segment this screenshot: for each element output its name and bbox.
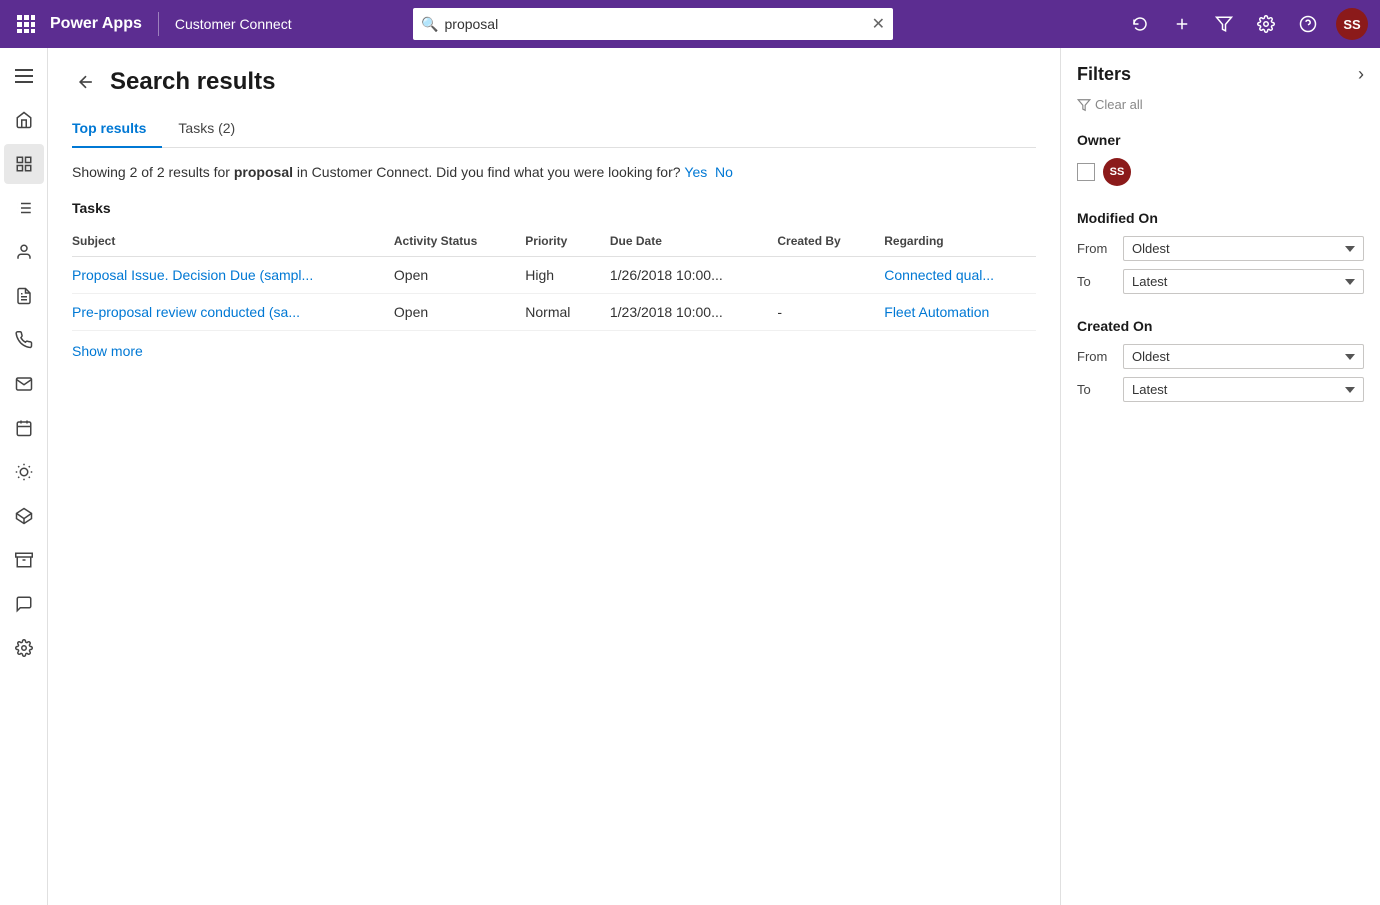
results-info: Showing 2 of 2 results for proposal in C… bbox=[72, 164, 1036, 180]
sidebar-settings[interactable] bbox=[4, 628, 44, 668]
row1-regarding-link[interactable]: Connected qual... bbox=[884, 267, 994, 283]
sidebar-packages[interactable] bbox=[4, 496, 44, 536]
results-prefix: Showing 2 of 2 results for bbox=[72, 164, 234, 180]
clear-all-button[interactable]: Clear all bbox=[1077, 97, 1364, 112]
help-icon[interactable] bbox=[1294, 10, 1322, 38]
col-created-by: Created By bbox=[765, 226, 872, 257]
clear-all-label: Clear all bbox=[1095, 97, 1143, 112]
global-search[interactable]: 🔍 ✕ bbox=[413, 8, 893, 40]
created-on-title: Created On bbox=[1077, 318, 1364, 334]
row2-due-date: 1/23/2018 10:00... bbox=[598, 294, 766, 331]
user-avatar[interactable]: SS bbox=[1336, 8, 1368, 40]
filter-icon[interactable] bbox=[1210, 10, 1238, 38]
sidebar-archive[interactable] bbox=[4, 540, 44, 580]
row2-regarding-link[interactable]: Fleet Automation bbox=[884, 304, 989, 320]
owner-row: SS bbox=[1077, 158, 1364, 186]
owner-checkbox[interactable] bbox=[1077, 163, 1095, 181]
sidebar-home[interactable] bbox=[4, 100, 44, 140]
row1-priority: High bbox=[513, 257, 598, 294]
col-subject: Subject bbox=[72, 226, 382, 257]
nav-divider bbox=[158, 12, 159, 36]
main-content: Search results Top results Tasks (2) Sho… bbox=[48, 48, 1060, 905]
search-icon: 🔍 bbox=[421, 16, 438, 33]
settings-icon[interactable] bbox=[1252, 10, 1280, 38]
sidebar-chat[interactable] bbox=[4, 584, 44, 624]
waffle-icon[interactable] bbox=[12, 10, 40, 38]
results-keyword: proposal bbox=[234, 164, 293, 180]
created-on-to-row: To Latest Oldest bbox=[1077, 377, 1364, 402]
row2-status: Open bbox=[382, 294, 513, 331]
show-more-link[interactable]: Show more bbox=[72, 331, 143, 371]
modified-on-title: Modified On bbox=[1077, 210, 1364, 226]
sidebar-notes[interactable] bbox=[4, 276, 44, 316]
refresh-icon[interactable] bbox=[1126, 10, 1154, 38]
results-suffix: in Customer Connect. Did you find what y… bbox=[293, 164, 681, 180]
created-on-from-row: From Oldest Latest bbox=[1077, 344, 1364, 369]
row2-created-by: - bbox=[765, 294, 872, 331]
tab-top-results[interactable]: Top results bbox=[72, 112, 162, 148]
modified-to-select[interactable]: Latest Oldest bbox=[1123, 269, 1364, 294]
tasks-table: Subject Activity Status Priority Due Dat… bbox=[72, 226, 1036, 331]
table-row: Proposal Issue. Decision Due (sampl... O… bbox=[72, 257, 1036, 294]
sidebar-contacts[interactable] bbox=[4, 232, 44, 272]
filters-panel: Filters › Clear all Owner SS Modified On… bbox=[1060, 48, 1380, 905]
row1-due-date: 1/26/2018 10:00... bbox=[598, 257, 766, 294]
sidebar bbox=[0, 48, 48, 905]
created-from-select[interactable]: Oldest Latest bbox=[1123, 344, 1364, 369]
sidebar-list[interactable] bbox=[4, 188, 44, 228]
brand-label: Power Apps bbox=[50, 15, 142, 33]
content-area: Search results Top results Tasks (2) Sho… bbox=[48, 48, 1380, 905]
sidebar-phone[interactable] bbox=[4, 320, 44, 360]
table-row: Pre-proposal review conducted (sa... Ope… bbox=[72, 294, 1036, 331]
col-priority: Priority bbox=[513, 226, 598, 257]
owner-section: Owner SS bbox=[1077, 132, 1364, 186]
tabs: Top results Tasks (2) bbox=[72, 112, 1036, 148]
filters-header: Filters › bbox=[1077, 64, 1364, 85]
sidebar-calendar[interactable] bbox=[4, 408, 44, 448]
col-due-date: Due Date bbox=[598, 226, 766, 257]
modified-from-select[interactable]: Oldest Latest bbox=[1123, 236, 1364, 261]
modified-on-to-row: To Latest Oldest bbox=[1077, 269, 1364, 294]
col-activity-status: Activity Status bbox=[382, 226, 513, 257]
col-regarding: Regarding bbox=[872, 226, 1036, 257]
back-button[interactable] bbox=[72, 68, 100, 96]
row1-subject-link[interactable]: Proposal Issue. Decision Due (sampl... bbox=[72, 267, 313, 283]
add-icon[interactable] bbox=[1168, 10, 1196, 38]
created-from-label: From bbox=[1077, 349, 1113, 364]
row2-priority: Normal bbox=[513, 294, 598, 331]
tasks-section: Tasks Subject Activity Status Priority D… bbox=[72, 200, 1036, 371]
row1-status: Open bbox=[382, 257, 513, 294]
row2-subject-link[interactable]: Pre-proposal review conducted (sa... bbox=[72, 304, 300, 320]
modified-from-label: From bbox=[1077, 241, 1113, 256]
owner-section-title: Owner bbox=[1077, 132, 1364, 148]
page-title: Search results bbox=[110, 68, 275, 96]
created-to-label: To bbox=[1077, 382, 1113, 397]
appname-label: Customer Connect bbox=[175, 16, 292, 32]
sidebar-dashboard[interactable] bbox=[4, 144, 44, 184]
tab-tasks[interactable]: Tasks (2) bbox=[162, 112, 251, 148]
table-header-row: Subject Activity Status Priority Due Dat… bbox=[72, 226, 1036, 257]
topnav: Power Apps Customer Connect 🔍 ✕ SS bbox=[0, 0, 1380, 48]
no-link[interactable]: No bbox=[715, 164, 733, 180]
modified-to-label: To bbox=[1077, 274, 1113, 289]
row1-created-by bbox=[765, 257, 872, 294]
main-layout: Search results Top results Tasks (2) Sho… bbox=[0, 48, 1380, 905]
created-on-section: Created On From Oldest Latest To Latest … bbox=[1077, 318, 1364, 402]
modified-on-section: Modified On From Oldest Latest To Latest… bbox=[1077, 210, 1364, 294]
owner-avatar[interactable]: SS bbox=[1103, 158, 1131, 186]
sidebar-ideas[interactable] bbox=[4, 452, 44, 492]
filters-toggle-icon[interactable]: › bbox=[1358, 64, 1364, 85]
sidebar-menu[interactable] bbox=[4, 56, 44, 96]
created-to-select[interactable]: Latest Oldest bbox=[1123, 377, 1364, 402]
tasks-heading: Tasks bbox=[72, 200, 1036, 216]
modified-on-from-row: From Oldest Latest bbox=[1077, 236, 1364, 261]
search-input[interactable] bbox=[445, 16, 866, 32]
topnav-actions: SS bbox=[1126, 8, 1368, 40]
page-header: Search results bbox=[72, 68, 1036, 96]
sidebar-email[interactable] bbox=[4, 364, 44, 404]
yes-link[interactable]: Yes bbox=[684, 164, 707, 180]
filters-title: Filters bbox=[1077, 64, 1131, 85]
search-clear-icon[interactable]: ✕ bbox=[872, 14, 885, 34]
